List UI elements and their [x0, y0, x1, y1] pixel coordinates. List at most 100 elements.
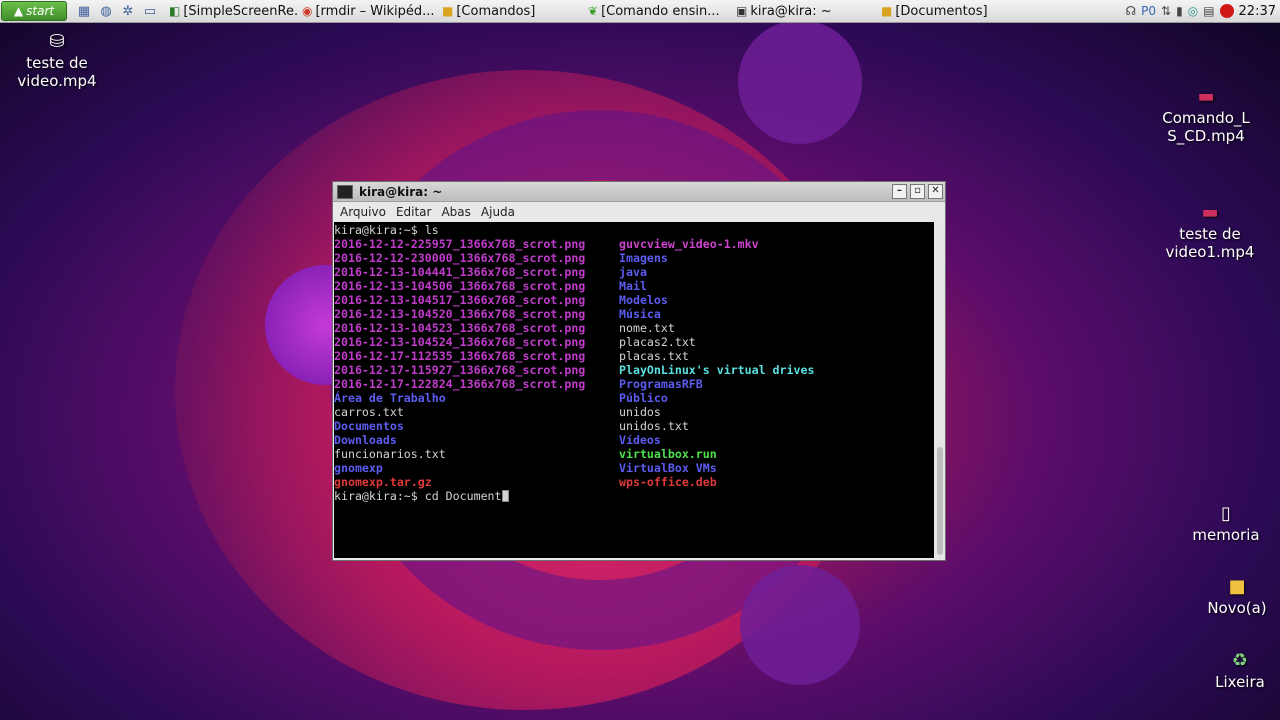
- terminal-icon: ▣: [736, 4, 748, 18]
- prompt-line: kira@kira:~$ cd Document: [334, 489, 934, 503]
- desktop-icon-label: teste de video1.mp4: [1165, 225, 1255, 261]
- ls-row: 2016-12-17-112535_1366x768_scrot.png plac…: [334, 349, 934, 363]
- task-comandos[interactable]: ■ [Comandos]: [438, 1, 584, 21]
- menu-editar[interactable]: Editar: [391, 205, 437, 219]
- task-label: [SimpleScreenRe...: [183, 3, 298, 19]
- record-icon[interactable]: [1219, 4, 1234, 18]
- video-file-icon: ▬: [1197, 86, 1215, 107]
- ls-entry: 2016-12-17-115927_1366x768_scrot.png: [334, 363, 586, 377]
- file-manager-icon[interactable]: ▦: [75, 2, 93, 20]
- ls-row: 2016-12-12-230000_1366x768_scrot.png Imag…: [334, 251, 934, 265]
- desktop-icon-label: Novo(a): [1207, 599, 1267, 617]
- ls-entry: Mail: [619, 279, 647, 293]
- ls-entry: 2016-12-13-104517_1366x768_scrot.png: [334, 293, 586, 307]
- start-icon: ▲: [13, 4, 24, 18]
- terminal-window[interactable]: kira@kira: ~ – ▫ ✕ Arquivo Editar Abas A…: [332, 181, 946, 561]
- headset-icon[interactable]: ☊: [1125, 4, 1136, 18]
- show-desktop-icon[interactable]: ▭: [141, 2, 159, 20]
- chrome-icon: ◉: [302, 4, 313, 18]
- ls-row: gnomexp VirtualBox VMs: [334, 461, 934, 475]
- ls-entry: carros.txt: [334, 405, 404, 419]
- ls-entry: 2016-12-12-230000_1366x768_scrot.png: [334, 251, 586, 265]
- terminal-scrollbar[interactable]: [935, 222, 945, 558]
- task-screen-recorder[interactable]: ◧ [SimpleScreenRe...: [165, 1, 298, 21]
- system-tray: ☊ P0 ⇅ ▮ ◎ ▤ 22:37: [1125, 4, 1280, 19]
- wallpaper-dot: [740, 565, 860, 685]
- task-label: [Comando ensin...: [601, 3, 720, 19]
- video-file-icon: ⛁: [49, 31, 65, 52]
- window-title: kira@kira: ~: [359, 184, 443, 199]
- ls-entry: PlayOnLinux's virtual drives: [619, 363, 815, 377]
- ls-entry: Área de Trabalho: [334, 391, 446, 405]
- desktop-icon-memoria[interactable]: ▯ memoria: [1188, 503, 1264, 545]
- window-controls: – ▫ ✕: [892, 184, 945, 199]
- desktop-icon-comando-ls-cd[interactable]: ▬ Comando_L S_CD.mp4: [1160, 86, 1252, 146]
- ls-entry: VirtualBox VMs: [619, 461, 717, 475]
- minimize-button[interactable]: –: [892, 184, 907, 199]
- ls-entry: placas2.txt: [619, 335, 696, 349]
- task-terminal[interactable]: ▣ kira@kira: ~: [732, 1, 877, 21]
- ls-entry: gnomexp: [334, 461, 383, 475]
- terminal-output[interactable]: kira@kira:~$ ls 2016-12-12-225957_1366x7…: [334, 222, 934, 558]
- trash-icon: ♻: [1231, 650, 1249, 671]
- desktop-icon-teste-de-video[interactable]: ⛁ teste de video.mp4: [12, 31, 102, 91]
- prompt-line: kira@kira:~$ ls: [334, 223, 934, 237]
- calendar-icon[interactable]: ▤: [1203, 4, 1214, 18]
- ls-entry: Imagens: [619, 251, 668, 265]
- menu-ajuda[interactable]: Ajuda: [476, 205, 520, 219]
- video-file-icon: ▬: [1201, 202, 1219, 223]
- text-file-icon: ▯: [1221, 503, 1231, 524]
- settings-icon[interactable]: ✲: [119, 2, 137, 20]
- ls-entry: Público: [619, 391, 668, 405]
- menubar: Arquivo Editar Abas Ajuda: [333, 202, 945, 222]
- ls-row: 2016-12-13-104524_1366x768_scrot.png plac…: [334, 335, 934, 349]
- task-label: [rmdir – Wikipéd...: [315, 3, 435, 19]
- ls-entry: Documentos: [334, 419, 404, 433]
- scrollbar-thumb[interactable]: [937, 447, 943, 555]
- menu-arquivo[interactable]: Arquivo: [335, 205, 391, 219]
- ls-row: Documentos unidos.txt: [334, 419, 934, 433]
- ls-entry: 2016-12-13-104506_1366x768_scrot.png: [334, 279, 586, 293]
- ls-row: carros.txt unidos: [334, 405, 934, 419]
- start-button[interactable]: ▲ start: [1, 1, 67, 21]
- ls-entry: 2016-12-17-122824_1366x768_scrot.png: [334, 377, 586, 391]
- close-button[interactable]: ✕: [928, 184, 943, 199]
- menu-abas[interactable]: Abas: [436, 205, 475, 219]
- wallpaper-dot: [738, 20, 862, 144]
- signal-icon[interactable]: ▮: [1176, 4, 1183, 18]
- ls-entry: 2016-12-13-104520_1366x768_scrot.png: [334, 307, 586, 321]
- ls-entry: guvcview_video-1.mkv: [619, 237, 759, 251]
- ls-entry: nome.txt: [619, 321, 675, 335]
- task-label: [Comandos]: [456, 3, 536, 19]
- tray-p0: P0: [1141, 4, 1157, 18]
- browser-icon[interactable]: ◍: [97, 2, 115, 20]
- task-chrome[interactable]: ◉ [rmdir – Wikipéd...: [298, 1, 438, 21]
- desktop-icon-novo[interactable]: ■ Novo(a): [1202, 576, 1272, 618]
- ls-row: Área de Trabalho Público: [334, 391, 934, 405]
- ls-row: 2016-12-12-225957_1366x768_scrot.png guvc…: [334, 237, 934, 251]
- desktop-icon-lixeira[interactable]: ♻ Lixeira: [1208, 650, 1272, 692]
- terminal-icon: [337, 184, 353, 199]
- battery-icon[interactable]: ◎: [1188, 4, 1198, 18]
- network-icon[interactable]: ⇅: [1161, 4, 1171, 18]
- folder-icon: ■: [1228, 576, 1246, 597]
- desktop-icon-label: memoria: [1192, 526, 1260, 544]
- ls-entry: Vídeos: [619, 433, 661, 447]
- desktop-icon-teste-de-video1[interactable]: ▬ teste de video1.mp4: [1162, 202, 1258, 262]
- maximize-button[interactable]: ▫: [910, 184, 925, 199]
- ls-row: 2016-12-17-115927_1366x768_scrot.png Play…: [334, 363, 934, 377]
- ls-entry: Downloads: [334, 433, 397, 447]
- ls-entry: gnomexp.tar.gz: [334, 475, 432, 489]
- ls-row: 2016-12-17-122824_1366x768_scrot.png Prog…: [334, 377, 934, 391]
- clock[interactable]: 22:37: [1239, 4, 1276, 19]
- task-comando-ensin[interactable]: ❦ [Comando ensin...: [584, 1, 732, 21]
- ls-entry: 2016-12-13-104523_1366x768_scrot.png: [334, 321, 586, 335]
- text-cursor: [501, 490, 509, 502]
- ls-row: 2016-12-13-104441_1366x768_scrot.png java: [334, 265, 934, 279]
- task-label: [Documentos]: [895, 3, 988, 19]
- task-documentos[interactable]: ■ [Documentos]: [877, 1, 1025, 21]
- window-titlebar[interactable]: kira@kira: ~ – ▫ ✕: [333, 182, 945, 202]
- ls-entry: virtualbox.run: [619, 447, 717, 461]
- leaf-icon: ❦: [588, 4, 599, 18]
- ls-entry: 2016-12-13-104441_1366x768_scrot.png: [334, 265, 586, 279]
